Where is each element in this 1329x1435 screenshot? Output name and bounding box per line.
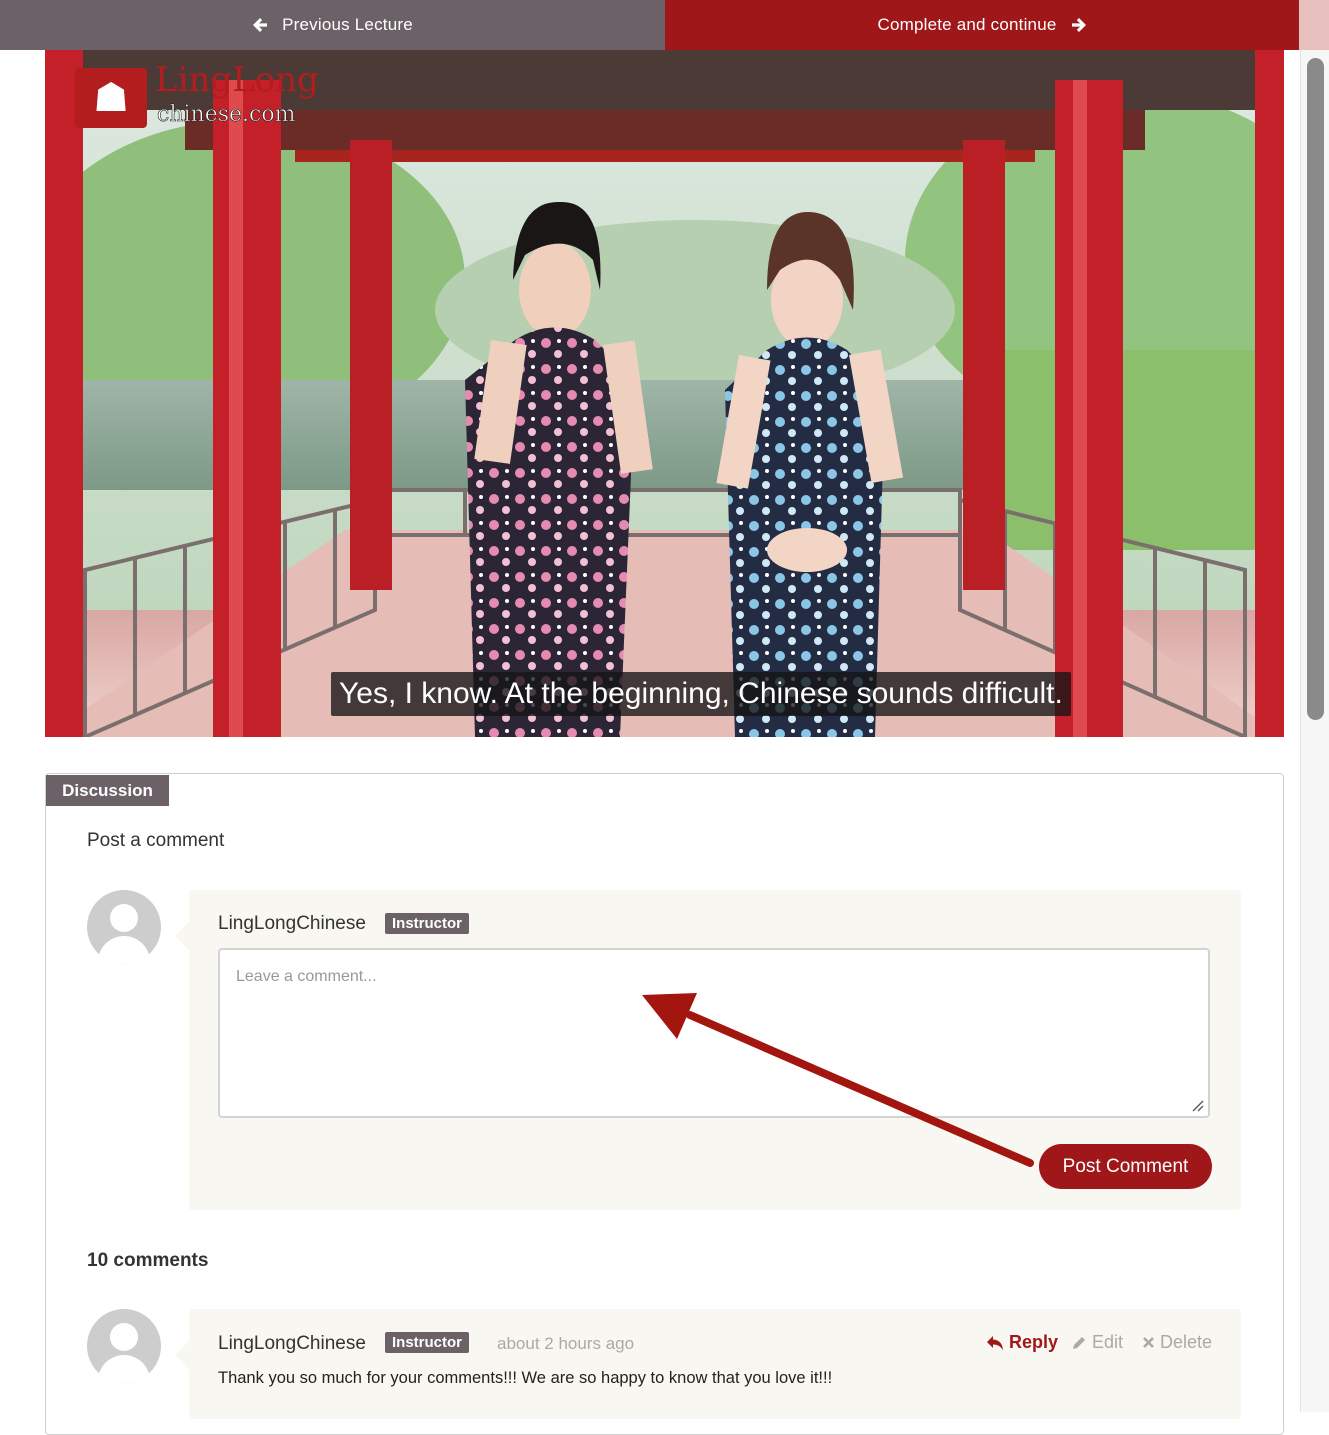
- instructor-badge: Instructor: [385, 1332, 470, 1353]
- scrollbar-thumb[interactable]: [1307, 58, 1324, 720]
- comment-item: [175, 1309, 1241, 1419]
- avatar: [87, 890, 161, 964]
- comment-timestamp: about 2 hours ago: [497, 1334, 635, 1353]
- comment-count: 10 comments: [87, 1250, 209, 1271]
- video-frame: [45, 50, 1284, 737]
- video-player[interactable]: ☗ LingLong chinese.com Yes, I know. At t…: [45, 50, 1284, 737]
- logo-emblem: ☗: [75, 68, 147, 128]
- video-subtitle: Yes, I know. At the beginning, Chinese s…: [331, 672, 1071, 716]
- complete-continue-button[interactable]: Complete and continue: [665, 0, 1299, 50]
- pencil-icon: [1073, 1337, 1085, 1349]
- post-comment-button[interactable]: Post Comment: [1039, 1144, 1212, 1189]
- instructor-badge: Instructor: [385, 913, 470, 934]
- nav-corner: [1299, 0, 1329, 50]
- arrow-right-icon: [1071, 18, 1086, 32]
- logo-subtext: chinese.com: [157, 102, 296, 128]
- complete-continue-label: Complete and continue: [877, 15, 1057, 34]
- reply-button[interactable]: Reply: [986, 1332, 1058, 1353]
- comment-input[interactable]: Leave a comment...: [218, 948, 1210, 1118]
- logo-text: LingLong: [155, 60, 319, 100]
- resize-handle-icon[interactable]: [1192, 1100, 1204, 1112]
- reply-icon: [987, 1335, 1003, 1350]
- avatar-body: [98, 936, 150, 964]
- reply-label: Reply: [1009, 1332, 1059, 1352]
- previous-lecture-button[interactable]: Previous Lecture: [0, 0, 665, 50]
- edit-button[interactable]: Edit: [1072, 1332, 1123, 1353]
- delete-label: Delete: [1160, 1332, 1213, 1352]
- comment-author: LingLongChinese: [218, 1333, 366, 1354]
- close-icon: [1143, 1337, 1154, 1348]
- comment-placeholder: Leave a comment...: [236, 968, 377, 985]
- arrow-left-icon: [253, 18, 268, 32]
- previous-lecture-label: Previous Lecture: [282, 15, 413, 34]
- avatar-body: [98, 1355, 150, 1383]
- logo-glyph: ☗: [93, 75, 129, 121]
- post-comment-heading: Post a comment: [87, 830, 225, 851]
- avatar-head: [110, 904, 138, 932]
- edit-label: Edit: [1092, 1332, 1124, 1352]
- lecture-nav: Previous Lecture Complete and continue: [0, 0, 1299, 50]
- scrollbar-track[interactable]: [1300, 50, 1329, 1412]
- discussion-tab[interactable]: Discussion: [46, 775, 169, 806]
- delete-button[interactable]: Delete: [1142, 1332, 1212, 1353]
- avatar: [87, 1309, 161, 1383]
- comment-text: Thank you so much for your comments!!! W…: [218, 1369, 833, 1387]
- composer-author: LingLongChinese: [218, 913, 366, 934]
- avatar-head: [110, 1323, 138, 1351]
